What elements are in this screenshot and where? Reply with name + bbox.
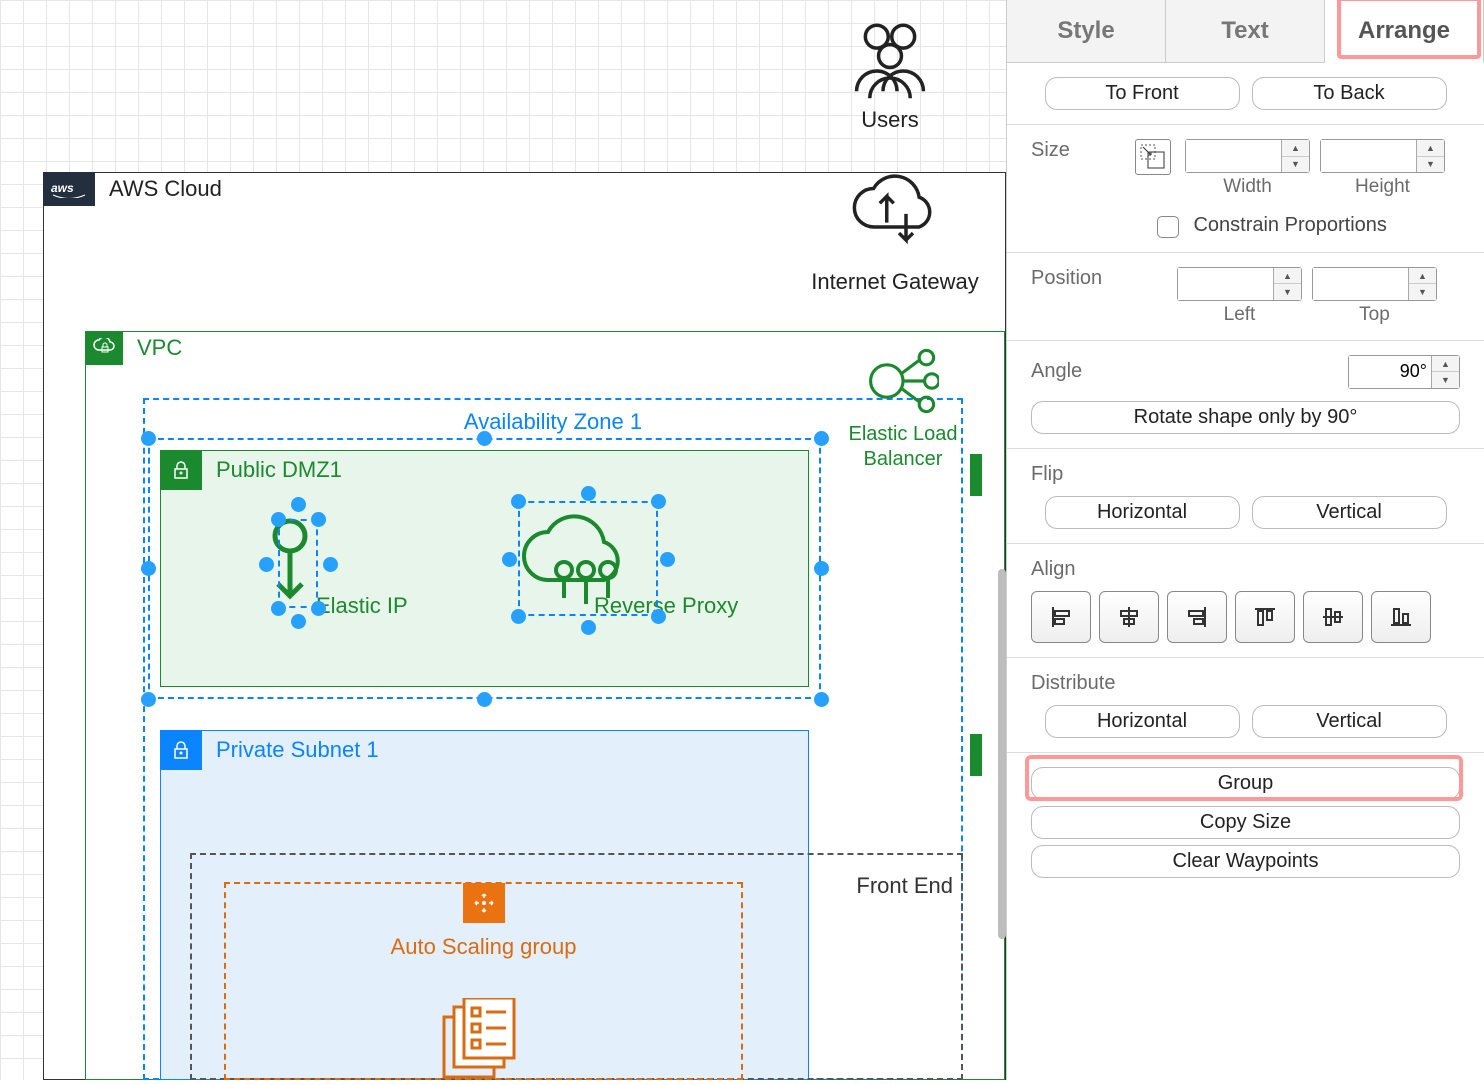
position-label: Position [1031,267,1121,290]
selection-handle[interactable] [291,614,306,629]
selection-handle[interactable] [323,557,338,572]
spin-down-icon[interactable]: ▼ [1409,284,1436,300]
asg-icon [463,883,505,923]
selection-handle[interactable] [660,552,675,567]
dmz-label: Public DMZ1 [202,457,342,483]
selection-handle[interactable] [511,609,526,624]
private-label: Private Subnet 1 [202,737,379,763]
internet-gateway-node[interactable]: Internet Gateway [780,170,1010,295]
format-panel: Style Text Arrange To Front To Back Size… [1006,0,1484,1080]
height-sublabel: Height [1320,176,1445,198]
igw-label: Internet Gateway [780,269,1010,295]
subnet-lock-icon [160,730,202,770]
align-label: Align [1031,558,1121,581]
spin-down-icon[interactable]: ▼ [1432,372,1459,388]
scrollbar-indicator[interactable] [998,569,1006,939]
selection-handle[interactable] [814,692,829,707]
aws-cloud-label: AWS Cloud [95,176,222,202]
selection-handle[interactable] [271,512,286,527]
spin-up-icon[interactable]: ▲ [1282,140,1309,157]
spin-up-icon[interactable]: ▲ [1417,140,1444,157]
selection-handle[interactable] [477,692,492,707]
distribute-vertical-button[interactable]: Vertical [1252,705,1447,738]
tab-arrange[interactable]: Arrange [1325,0,1484,63]
height-input[interactable]: ▲▼ [1320,139,1445,173]
flip-horizontal-button[interactable]: Horizontal [1045,496,1240,529]
selection-handle[interactable] [141,561,156,576]
autosize-icon[interactable] [1135,139,1171,175]
flip-vertical-button[interactable]: Vertical [1252,496,1447,529]
selection-handle[interactable] [141,692,156,707]
spin-up-icon[interactable]: ▲ [1409,268,1436,285]
selection-handle[interactable] [259,557,274,572]
asg-label: Auto Scaling group [226,934,741,960]
edge-marker [970,454,982,496]
align-middle-button[interactable] [1303,591,1363,643]
selection-handle[interactable] [502,552,517,567]
align-top-button[interactable] [1235,591,1295,643]
eip-label: Elastic IP [316,593,408,619]
selection-handle[interactable] [651,609,666,624]
clear-waypoints-button[interactable]: Clear Waypoints [1031,845,1460,878]
selection-handle[interactable] [311,601,326,616]
selection-handle[interactable] [311,512,326,527]
left-sublabel: Left [1177,304,1302,326]
to-front-button[interactable]: To Front [1045,77,1240,110]
spin-up-icon[interactable]: ▲ [1432,356,1459,373]
tab-text[interactable]: Text [1166,0,1325,62]
angle-label: Angle [1031,360,1121,383]
frontend-label: Front End [856,873,953,899]
spin-up-icon[interactable]: ▲ [1274,268,1301,285]
width-sublabel: Width [1185,176,1310,198]
top-input[interactable]: ▲▼ [1312,267,1437,301]
vpc-label: VPC [123,335,182,361]
size-label: Size [1031,139,1121,162]
distribute-horizontal-button[interactable]: Horizontal [1045,705,1240,738]
rproxy-label: Reverse Proxy [594,593,738,619]
selection-handle[interactable] [511,494,526,509]
selection-handle[interactable] [141,431,156,446]
format-tabs: Style Text Arrange [1007,0,1484,63]
selection-handle[interactable] [477,431,492,446]
spin-down-icon[interactable]: ▼ [1417,157,1444,173]
align-right-button[interactable] [1167,591,1227,643]
selection-handle[interactable] [291,497,306,512]
align-bottom-button[interactable] [1371,591,1431,643]
spin-down-icon[interactable]: ▼ [1282,157,1309,173]
elb-label: Elastic Load Balancer [838,422,968,472]
to-back-button[interactable]: To Back [1252,77,1447,110]
selection-handle[interactable] [814,561,829,576]
elb-node[interactable]: Elastic Load Balancer [838,345,968,472]
selection-handle[interactable] [581,620,596,635]
left-input[interactable]: ▲▼ [1177,267,1302,301]
constrain-checkbox[interactable] [1157,216,1179,238]
group-button[interactable]: Group [1031,767,1460,800]
constrain-label: Constrain Proportions [1193,214,1386,236]
selection-handle[interactable] [651,494,666,509]
angle-input[interactable]: ▲▼ [1348,355,1460,389]
selection-handle[interactable] [581,486,596,501]
vpc-icon [85,331,123,365]
align-left-button[interactable] [1031,591,1091,643]
selection-handle[interactable] [271,601,286,616]
edge-marker [970,734,982,776]
spin-down-icon[interactable]: ▼ [1274,284,1301,300]
width-input[interactable]: ▲▼ [1185,139,1310,173]
top-sublabel: Top [1312,304,1437,326]
svg-text:aws: aws [51,181,74,195]
aws-icon: aws [43,172,95,206]
align-center-button[interactable] [1099,591,1159,643]
selection-handle[interactable] [814,431,829,446]
tab-style[interactable]: Style [1007,0,1166,62]
users-node[interactable]: Users [830,12,950,133]
subnet-lock-icon [160,450,202,490]
cloudformation-stack-icon[interactable] [440,998,525,1085]
copy-size-button[interactable]: Copy Size [1031,806,1460,839]
distribute-label: Distribute [1031,672,1121,695]
flip-label: Flip [1031,463,1121,486]
users-label: Users [830,107,950,133]
rotate-button[interactable]: Rotate shape only by 90° [1031,401,1460,434]
